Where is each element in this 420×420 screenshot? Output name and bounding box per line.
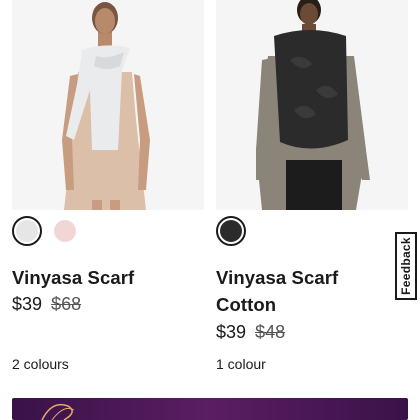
product-name[interactable]: Vinyasa Scarf Cotton [216,264,386,318]
swatch-black-camo[interactable] [216,216,246,246]
product-image[interactable] [12,0,204,210]
feedback-label: Feedback [399,237,414,295]
sale-price: $39 [12,294,43,314]
promo-banner[interactable] [12,398,408,420]
colours-count: 2 colours [12,356,69,372]
product-image[interactable] [216,0,408,210]
product-name[interactable]: Vinyasa Scarf [12,264,182,291]
colour-swatches [216,216,246,246]
model-with-black-camo-scarf-icon [216,0,408,210]
colours-count: 1 colour [216,356,266,372]
decorative-swirl-icon [41,403,75,420]
price-row: $39 $48 [216,320,285,344]
feedback-tab[interactable]: Feedback [395,232,417,300]
model-with-light-grey-scarf-icon [12,0,204,210]
product-card-vinyasa-scarf[interactable]: Vinyasa Scarf $39 $68 2 colours [12,0,204,372]
swatch-light-grey-color [16,220,38,242]
sale-price: $39 [216,322,247,342]
swatch-light-grey[interactable] [12,216,42,246]
original-price: $68 [51,294,82,314]
swatch-light-pink-color [54,220,76,242]
swatch-black-camo-color [220,220,242,242]
swatch-light-pink[interactable] [50,216,80,246]
product-card-vinyasa-scarf-cotton[interactable]: Vinyasa Scarf Cotton $39 $48 1 colour [216,0,408,372]
original-price: $48 [255,322,286,342]
price-row: $39 $68 [12,292,81,316]
colour-swatches [12,216,80,246]
